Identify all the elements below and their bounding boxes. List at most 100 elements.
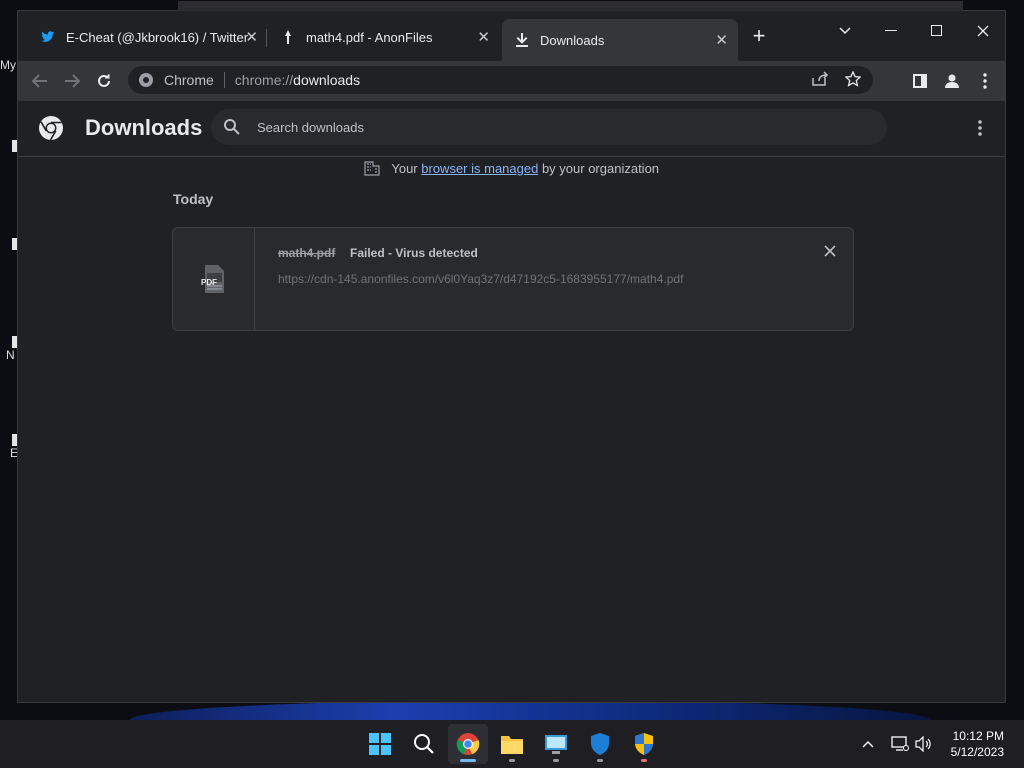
close-icon[interactable]: ✕ (715, 31, 728, 49)
running-indicator (553, 759, 559, 762)
browser-managed-link[interactable]: browser is managed (421, 161, 538, 176)
chrome-icon (456, 733, 480, 755)
network-status[interactable] (890, 734, 910, 754)
active-indicator (460, 759, 476, 762)
url-path: downloads (293, 72, 361, 88)
twitter-icon (40, 29, 56, 45)
chrome-window: E-Cheat (@Jkbrook16) / Twitter ✕ math4.p… (17, 1, 1006, 703)
tab-title: Downloads (540, 32, 605, 48)
side-panel-icon (913, 74, 927, 88)
omnibox-divider (223, 72, 225, 88)
bookmark-button[interactable] (844, 70, 862, 90)
taskbar-control-panel[interactable] (536, 724, 576, 764)
download-icon (514, 32, 530, 48)
more-vert-icon (983, 73, 987, 89)
desktop-icon[interactable]: N (0, 336, 18, 362)
downloads-header: Downloads (18, 101, 1005, 157)
managed-notice: Your browser is managed by your organiza… (18, 159, 1005, 179)
url-scheme: chrome:// (234, 72, 294, 88)
forward-button[interactable] (60, 69, 84, 93)
building-icon (364, 161, 380, 176)
tab-search-button[interactable] (822, 17, 868, 45)
remove-from-list-button[interactable] (823, 244, 837, 258)
volume-control[interactable] (914, 734, 934, 754)
search-downloads[interactable] (211, 109, 887, 145)
tab-strip: E-Cheat (@Jkbrook16) / Twitter ✕ math4.p… (18, 11, 1005, 61)
file-type-label: PDF (201, 278, 217, 287)
running-indicator (509, 759, 515, 762)
profile-icon (945, 74, 959, 88)
clock[interactable]: 10:12 PM 5/12/2023 (951, 728, 1004, 760)
windows-logo-icon (369, 733, 391, 755)
file-name[interactable]: math4.pdf (278, 246, 335, 260)
date-section-header: Today (173, 191, 214, 207)
folder-icon (501, 736, 523, 754)
taskbar-windows-security[interactable] (580, 724, 620, 764)
search-input[interactable] (255, 118, 859, 136)
close-icon[interactable]: ✕ (477, 28, 490, 46)
tab-title: math4.pdf - AnonFiles (306, 29, 433, 45)
minimize-button[interactable] (868, 17, 914, 45)
chevron-up-icon (862, 740, 874, 748)
taskbar-search-button[interactable] (404, 724, 444, 764)
reload-icon (98, 74, 110, 87)
new-tab-button[interactable]: + (748, 25, 770, 48)
tab-separator (266, 29, 267, 47)
clock-time: 10:12 PM (952, 729, 1004, 743)
chrome-logo-icon (39, 116, 63, 141)
control-panel-icon (545, 735, 567, 754)
uac-shield-icon (635, 733, 653, 755)
chrome-menu-button[interactable] (973, 69, 997, 93)
tab-twitter[interactable]: E-Cheat (@Jkbrook16) / Twitter ✕ (28, 21, 268, 53)
tab-downloads[interactable]: Downloads ✕ (502, 19, 738, 61)
side-panel-button[interactable] (908, 69, 932, 93)
taskbar-file-explorer[interactable] (492, 724, 532, 764)
close-icon (977, 25, 989, 37)
profile-button[interactable] (940, 69, 964, 93)
maximize-button[interactable] (914, 17, 960, 45)
more-vert-icon[interactable] (977, 119, 983, 137)
desktop-icon[interactable] (0, 238, 18, 250)
start-button[interactable] (360, 724, 400, 764)
star-icon (844, 70, 862, 87)
forward-arrow-icon (65, 74, 80, 88)
taskbar: 10:12 PM 5/12/2023 (0, 720, 1024, 768)
chevron-down-icon (839, 27, 851, 35)
tab-title: E-Cheat (@Jkbrook16) / Twitter (66, 29, 249, 45)
network-icon (891, 736, 909, 751)
anonfiles-icon (280, 29, 296, 45)
close-icon[interactable]: ✕ (245, 28, 258, 46)
taskbar-chrome[interactable] (448, 724, 488, 764)
download-item: PDF math4.pdf Failed - Virus detected ht… (172, 227, 854, 331)
address-bar[interactable]: Chrome chrome://downloads (128, 66, 873, 94)
reload-button[interactable] (92, 69, 116, 93)
minimize-icon (885, 30, 897, 31)
file-icon-container: PDF (173, 228, 255, 330)
shield-icon (591, 733, 609, 755)
running-indicator (641, 759, 647, 762)
maximize-icon (931, 25, 942, 36)
speaker-icon (915, 736, 931, 752)
site-label: Chrome (164, 72, 214, 88)
managed-prefix: Your (391, 161, 418, 176)
page-title: Downloads (85, 115, 203, 140)
back-button[interactable] (28, 69, 52, 93)
search-icon (414, 734, 434, 754)
download-url[interactable]: https://cdn-145.anonfiles.com/v6l0Yaq3z7… (278, 272, 683, 286)
close-window-button[interactable] (960, 17, 1006, 45)
share-icon (812, 71, 829, 86)
download-status: Failed - Virus detected (350, 246, 478, 260)
desktop-icon-label: N (6, 348, 15, 362)
chrome-icon (139, 73, 153, 87)
show-hidden-icons-button[interactable] (858, 734, 878, 754)
clock-date: 5/12/2023 (950, 745, 1004, 759)
share-button[interactable] (811, 71, 829, 90)
search-icon (224, 119, 240, 135)
desktop-icon-label[interactable]: My (0, 58, 18, 72)
desktop-icon[interactable] (0, 140, 18, 152)
desktop-icon[interactable]: E (0, 434, 18, 460)
taskbar-uac-shield[interactable] (624, 724, 664, 764)
browser-toolbar: Chrome chrome://downloads (18, 61, 1005, 101)
tab-anonfiles[interactable]: math4.pdf - AnonFiles ✕ (268, 21, 500, 53)
running-indicator (597, 759, 603, 762)
